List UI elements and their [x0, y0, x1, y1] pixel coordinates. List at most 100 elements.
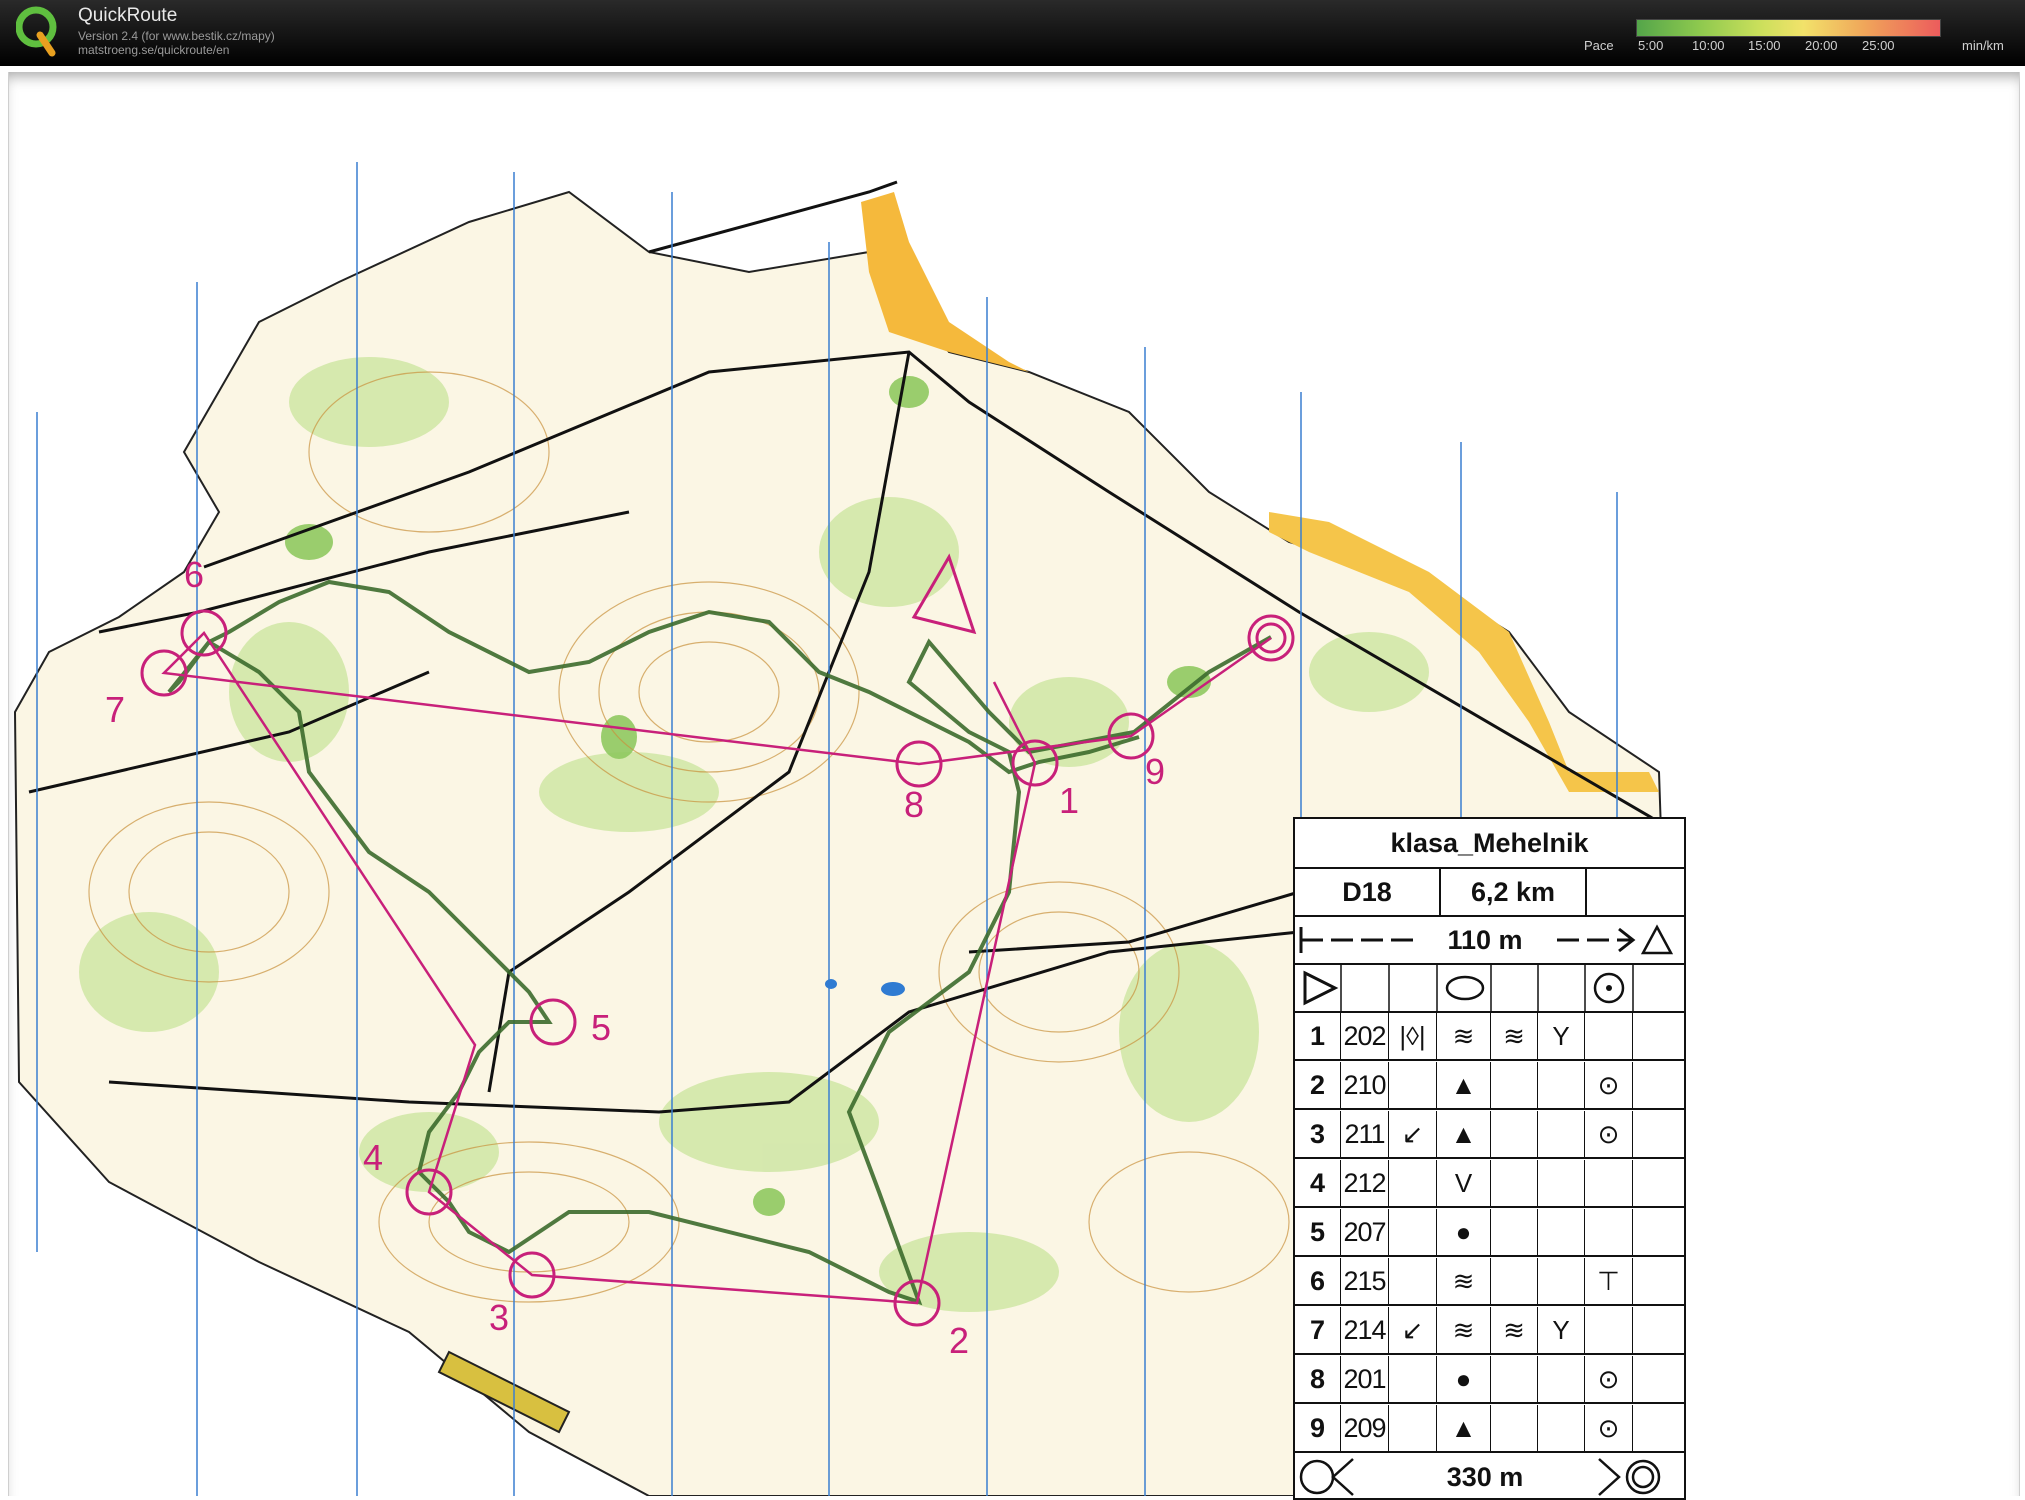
- control-row: 5 207 ●: [1295, 1209, 1684, 1257]
- pace-tick: 10:00: [1692, 38, 1725, 53]
- control-symbol-icon: [1389, 1405, 1437, 1451]
- control-extra-cell: [1633, 1405, 1684, 1451]
- control-number: 1: [1295, 1013, 1341, 1059]
- start-distance-row: 110 m: [1295, 917, 1684, 965]
- control-symbol-icon: |◊|: [1389, 1013, 1437, 1059]
- control-number: 9: [1295, 1405, 1341, 1451]
- app-title: QuickRoute: [78, 5, 178, 26]
- control-symbol-icon: [1491, 1405, 1538, 1451]
- app-url[interactable]: matstroeng.se/quickroute/en: [78, 43, 229, 57]
- orienteering-map[interactable]: 1 2 3 4 5 6 7 8 9: [8, 72, 2020, 1496]
- control-code: 201: [1341, 1356, 1389, 1402]
- control-code: 209: [1341, 1405, 1389, 1451]
- pace-unit: min/km: [1962, 38, 2004, 53]
- control-row: 7 214 ↙ ≋ ≋ Y: [1295, 1307, 1684, 1355]
- finish-distance-text: 330 m: [1446, 1462, 1524, 1492]
- control-symbol-icon: [1538, 1062, 1585, 1108]
- control-symbol-icon: ≋: [1437, 1258, 1491, 1304]
- control-extra-cell: [1633, 1258, 1684, 1304]
- app-header: QuickRoute Version 2.4 (for www.bestik.c…: [0, 0, 2025, 66]
- control-symbol-icon: ↙: [1389, 1111, 1437, 1157]
- start-row-symbols: [1303, 965, 1634, 1011]
- start-row: [1295, 965, 1684, 1013]
- control-extra-cell: [1633, 1062, 1684, 1108]
- course-meta-row: D18 6,2 km: [1295, 869, 1684, 917]
- control-code: 211: [1341, 1111, 1389, 1157]
- control-symbol-icon: [1538, 1111, 1585, 1157]
- control-code: 202: [1341, 1013, 1389, 1059]
- control-symbol-icon: Y: [1538, 1013, 1585, 1059]
- control-number: 2: [1295, 1062, 1341, 1108]
- control-symbol-icon: V: [1437, 1160, 1491, 1206]
- control-symbol-icon: ▲: [1437, 1111, 1491, 1157]
- control-symbol-icon: [1389, 1062, 1437, 1108]
- control-extra-cell: [1633, 1307, 1684, 1353]
- control-symbol-icon: [1538, 1209, 1585, 1255]
- control-code: 215: [1341, 1258, 1389, 1304]
- control-row: 9 209 ▲ ⊙: [1295, 1405, 1684, 1453]
- control-symbol-icon: ⊤: [1585, 1258, 1633, 1304]
- control-symbol-icon: ↙: [1389, 1307, 1437, 1353]
- start-triangle-icon: [1303, 970, 1339, 1006]
- control-number: 5: [1295, 1209, 1341, 1255]
- control-symbol-icon: [1389, 1209, 1437, 1255]
- control-symbol-icon: Y: [1538, 1307, 1585, 1353]
- control-number-9: 9: [1145, 751, 1165, 792]
- control-symbol-icon: ⊙: [1585, 1405, 1633, 1451]
- event-title: klasa_Mehelnik: [1295, 819, 1684, 869]
- control-symbol-icon: [1491, 1160, 1538, 1206]
- depression-icon: [1445, 975, 1485, 1001]
- control-row: 4 212 V: [1295, 1160, 1684, 1208]
- control-symbol-icon: ▲: [1437, 1405, 1491, 1451]
- control-symbol-icon: [1585, 1013, 1633, 1059]
- control-symbol-icon: ≋: [1437, 1013, 1491, 1059]
- quickroute-logo-icon: [16, 6, 57, 57]
- control-code: 212: [1341, 1160, 1389, 1206]
- control-symbol-icon: [1585, 1307, 1633, 1353]
- control-number: 8: [1295, 1356, 1341, 1402]
- pace-tick: 25:00: [1862, 38, 1895, 53]
- control-extra-cell: [1633, 1111, 1684, 1157]
- control-symbol-icon: ⊙: [1585, 1356, 1633, 1402]
- control-symbol-icon: ≋: [1437, 1307, 1491, 1353]
- control-symbol-icon: ⊙: [1585, 1111, 1633, 1157]
- pace-tick: 5:00: [1638, 38, 1664, 53]
- control-symbol-icon: [1538, 1258, 1585, 1304]
- control-symbol-icon: ≋: [1491, 1013, 1538, 1059]
- control-row: 8 201 ● ⊙: [1295, 1356, 1684, 1404]
- control-code: 214: [1341, 1307, 1389, 1353]
- control-symbol-icon: [1491, 1356, 1538, 1402]
- control-symbol-icon: ●: [1437, 1356, 1491, 1402]
- control-row: 2 210 ▲ ⊙: [1295, 1062, 1684, 1110]
- control-number-4: 4: [363, 1137, 383, 1178]
- control-number-6: 6: [184, 554, 204, 595]
- control-symbol-icon: [1389, 1160, 1437, 1206]
- control-extra-cell: [1633, 1356, 1684, 1402]
- app-version: Version 2.4 (for www.bestik.cz/mapy): [78, 29, 275, 43]
- control-symbol-icon: [1538, 1405, 1585, 1451]
- control-row: 3 211 ↙ ▲ ⊙: [1295, 1111, 1684, 1159]
- control-symbol-icon: [1491, 1111, 1538, 1157]
- control-extra-cell: [1633, 1160, 1684, 1206]
- control-number-8: 8: [904, 784, 924, 825]
- control-number: 3: [1295, 1111, 1341, 1157]
- control-row: 1 202 |◊| ≋ ≋ Y: [1295, 1013, 1684, 1061]
- control-symbol-icon: [1389, 1356, 1437, 1402]
- control-symbol-icon: [1491, 1209, 1538, 1255]
- control-number-5: 5: [591, 1007, 611, 1048]
- finish-row: 330 m: [1295, 1455, 1684, 1500]
- course-length: 6,2 km: [1441, 869, 1587, 915]
- control-symbol-icon: ⊙: [1585, 1062, 1633, 1108]
- pace-tick: 20:00: [1805, 38, 1838, 53]
- control-symbol-icon: [1585, 1209, 1633, 1255]
- control-number-1: 1: [1059, 780, 1079, 821]
- map-canvas[interactable]: 1 2 3 4 5 6 7 8 9: [9, 72, 2019, 1496]
- control-symbol-icon: [1491, 1258, 1538, 1304]
- control-symbol-icon: ▲: [1437, 1062, 1491, 1108]
- control-number: 6: [1295, 1258, 1341, 1304]
- control-number: 7: [1295, 1307, 1341, 1353]
- pace-color-scale: [1636, 19, 1941, 37]
- control-number: 4: [1295, 1160, 1341, 1206]
- control-extra-cell: [1633, 1013, 1684, 1059]
- control-symbol-icon: [1389, 1258, 1437, 1304]
